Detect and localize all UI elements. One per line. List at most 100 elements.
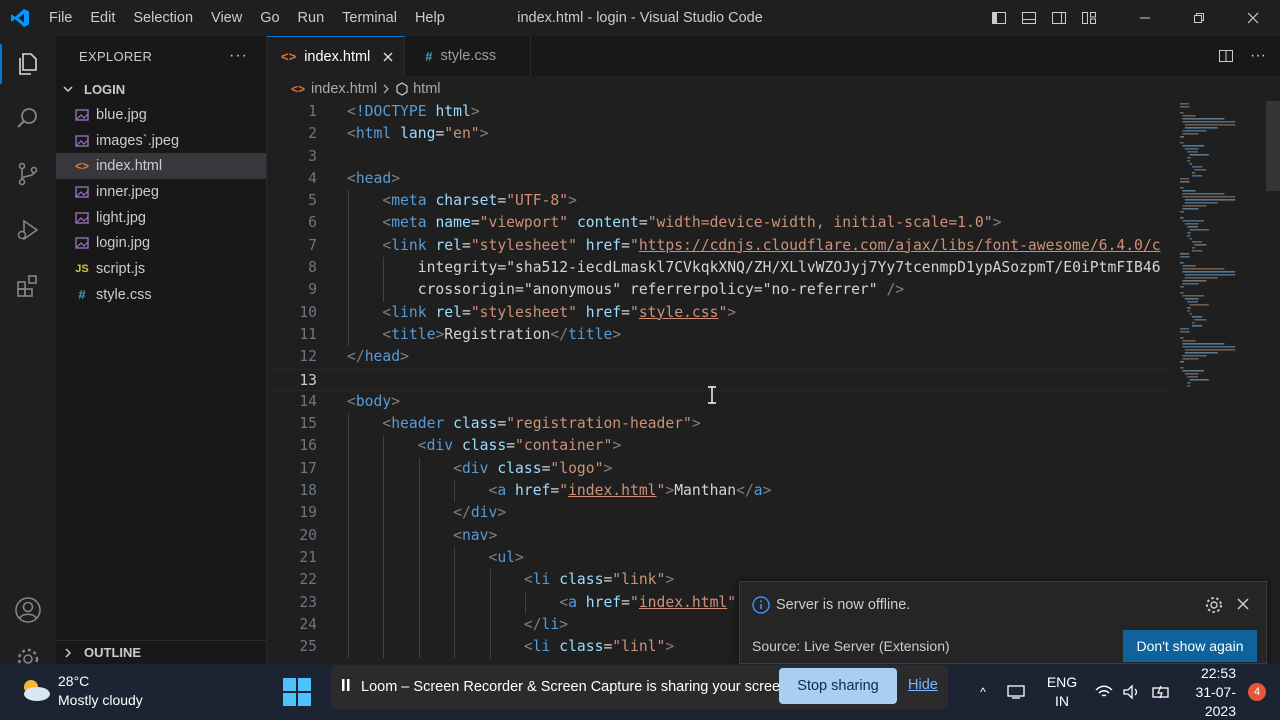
folder-login[interactable]: LOGIN: [56, 76, 266, 102]
line-number: 6: [308, 214, 317, 232]
minimap-line: [1180, 361, 1185, 363]
menu-go[interactable]: Go: [251, 0, 288, 36]
minimap-line: [1182, 196, 1236, 198]
accounts-icon[interactable]: [0, 586, 56, 634]
tab-style-css[interactable]: # style.css: [405, 36, 532, 76]
minimap-line: [1194, 244, 1207, 246]
minimap[interactable]: [1170, 101, 1266, 664]
chevron-up-icon[interactable]: ^: [968, 685, 998, 699]
minimap-line: [1182, 115, 1196, 117]
close-tab-icon[interactable]: [382, 51, 394, 63]
minimap-line: [1182, 208, 1199, 210]
menu-file[interactable]: File: [40, 0, 81, 36]
minimap-line: [1187, 160, 1191, 162]
code-line[interactable]: 9 crossorigin="anonymous" referrerpolicy…: [267, 279, 1169, 302]
toggle-sidebar-icon[interactable]: [984, 0, 1014, 36]
scrollbar-thumb[interactable]: [1266, 101, 1280, 191]
code-line[interactable]: 6 <meta name="viewport" content="width=d…: [267, 212, 1169, 235]
code-line[interactable]: 5 <meta charset="UTF-8">: [267, 190, 1169, 213]
code-line[interactable]: 18 <a href="index.html">Manthan</a>: [267, 480, 1169, 503]
language-indicator[interactable]: ENG IN: [1034, 673, 1090, 711]
minimap-line: [1189, 163, 1192, 165]
file-item-light-jpg[interactable]: light.jpg: [56, 205, 266, 231]
code-line[interactable]: 2 <html lang="en">: [267, 123, 1169, 145]
code-editor[interactable]: 1 <!DOCTYPE html> 2 <html lang="en"> 3 4 <head…: [267, 101, 1169, 664]
wifi-icon[interactable]: [1090, 685, 1118, 699]
source-control-icon[interactable]: [0, 150, 56, 198]
minimize-icon[interactable]: [1118, 0, 1172, 36]
code-line[interactable]: 4 <head>: [267, 168, 1169, 190]
notification-badge[interactable]: 4: [1248, 683, 1266, 701]
code-line[interactable]: 19 </div>: [267, 502, 1169, 525]
minimap-line: [1182, 193, 1225, 195]
extensions-icon[interactable]: [0, 262, 56, 310]
more-actions-icon[interactable]: ···: [229, 47, 248, 65]
minimap-line: [1180, 328, 1189, 330]
clock[interactable]: 22:53 31-07-2023: [1176, 664, 1236, 720]
pause-icon[interactable]: [341, 678, 351, 697]
vscode-icon[interactable]: [0, 0, 40, 36]
more-actions-icon[interactable]: ···: [1250, 47, 1266, 65]
close-notification-icon[interactable]: [1235, 596, 1251, 617]
menu-terminal[interactable]: Terminal: [333, 0, 406, 36]
file-item-index-html[interactable]: <> index.html: [56, 153, 266, 180]
time: 22:53: [1200, 664, 1236, 681]
customize-layout-icon[interactable]: [1074, 0, 1104, 36]
volume-icon[interactable]: [1118, 685, 1146, 699]
code-line[interactable]: 1 <!DOCTYPE html>: [267, 101, 1169, 123]
code-line[interactable]: 10 <link rel="stylesheet" href="style.cs…: [267, 301, 1169, 324]
toggle-panel-icon[interactable]: [1014, 0, 1044, 36]
manage-icon[interactable]: [0, 640, 56, 664]
file-item-style-css[interactable]: # style.css: [56, 282, 266, 308]
explorer-icon[interactable]: [0, 40, 56, 88]
code-line[interactable]: 13: [267, 368, 1169, 391]
menu-edit[interactable]: Edit: [81, 0, 124, 36]
menu-help[interactable]: Help: [406, 0, 454, 36]
file-item-images-jpeg[interactable]: images`.jpeg: [56, 128, 266, 154]
gear-icon[interactable]: [1205, 596, 1223, 619]
code-line[interactable]: 3: [267, 146, 1169, 168]
outline-section[interactable]: OUTLINE: [56, 640, 266, 664]
code-line[interactable]: 16 <div class="container">: [267, 435, 1169, 458]
split-editor-icon[interactable]: [1218, 48, 1234, 64]
title-bar: File Edit Selection View Go Run Terminal…: [0, 0, 1280, 36]
toggle-secondary-sidebar-icon[interactable]: [1044, 0, 1074, 36]
breadcrumb-file[interactable]: index.html: [311, 81, 377, 97]
hide-link[interactable]: Hide: [908, 677, 938, 693]
close-icon[interactable]: [1226, 0, 1280, 36]
stop-sharing-button[interactable]: Stop sharing: [779, 668, 897, 704]
system-tray: ^ ENG IN 22:53 31-07-2023 4: [968, 664, 1280, 720]
code-line[interactable]: 11 <title>Registration</title>: [267, 323, 1169, 347]
image-file-icon: [74, 235, 90, 251]
code-text: <nav>: [453, 526, 498, 544]
windows-start-icon[interactable]: [283, 678, 311, 711]
menu-run[interactable]: Run: [289, 0, 334, 36]
file-item-inner-jpeg[interactable]: inner.jpeg: [56, 179, 266, 205]
file-item-blue-jpg[interactable]: blue.jpg: [56, 102, 266, 128]
code-line[interactable]: 20 <nav>: [267, 524, 1169, 547]
file-item-script-js[interactable]: JS script.js: [56, 256, 266, 282]
weather-widget[interactable]: 28°C Mostly cloudy: [18, 672, 143, 710]
code-line[interactable]: 21 <ul>: [267, 546, 1169, 570]
minimap-line: [1192, 241, 1203, 243]
minimap-line: [1187, 385, 1191, 387]
menu-view[interactable]: View: [202, 0, 251, 36]
run-debug-icon[interactable]: [0, 206, 56, 254]
code-line[interactable]: 14 <body>: [267, 391, 1169, 413]
code-line[interactable]: 8 integrity="sha512-iecdLmaskl7CVkqkXNQ/…: [267, 257, 1169, 280]
code-line[interactable]: 15 <header class="registration-header">: [267, 413, 1169, 436]
battery-icon[interactable]: [1146, 685, 1176, 699]
restore-icon[interactable]: [1172, 0, 1226, 36]
menu-selection[interactable]: Selection: [124, 0, 202, 36]
code-line[interactable]: 17 <div class="logo">: [267, 457, 1169, 481]
file-item-login-jpg[interactable]: login.jpg: [56, 230, 266, 256]
code-line[interactable]: 7 <link rel="stylesheet" href="https://c…: [267, 234, 1169, 258]
tab-index-html[interactable]: <> index.html: [267, 36, 406, 76]
minimap-line: [1182, 145, 1204, 147]
breadcrumb-symbol[interactable]: html: [413, 81, 440, 97]
search-icon[interactable]: [0, 94, 56, 142]
code-line[interactable]: 12 </head>: [267, 346, 1169, 368]
keyboard-icon[interactable]: [998, 685, 1034, 699]
code-text: </div>: [453, 504, 507, 522]
dont-show-again-button[interactable]: Don't show again: [1123, 630, 1257, 662]
